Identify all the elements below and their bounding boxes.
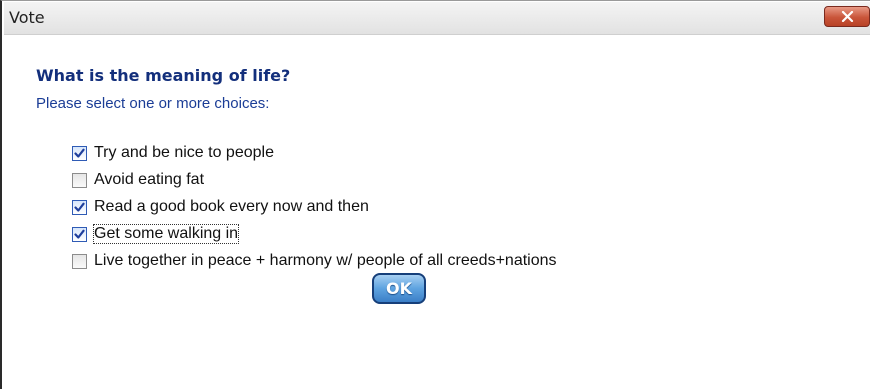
close-button[interactable]: [824, 6, 870, 27]
choice-checkbox[interactable]: [72, 199, 87, 215]
question-heading: What is the meaning of life?: [36, 66, 291, 85]
choice-label: Live together in peace + harmony w/ peop…: [94, 252, 557, 269]
checkmark-icon: [74, 202, 85, 212]
window-title: Vote: [9, 8, 45, 27]
choice-label: Avoid eating fat: [94, 171, 205, 188]
choice-be-nice[interactable]: Try and be nice to people: [72, 143, 274, 163]
choice-walking[interactable]: Get some walking in: [72, 224, 240, 244]
choice-label: Get some walking in: [92, 224, 240, 244]
choice-label: Read a good book every now and then: [94, 198, 369, 215]
ok-button[interactable]: OK: [372, 273, 426, 304]
close-x-icon: [841, 11, 854, 22]
choice-checkbox[interactable]: [72, 145, 87, 161]
instructions-text: Please select one or more choices:: [36, 95, 270, 112]
vote-dialog-window: Vote What is the meaning of life? Please…: [0, 0, 870, 390]
choice-peace-harmony[interactable]: Live together in peace + harmony w/ peop…: [72, 251, 557, 271]
dialog-content: What is the meaning of life? Please sele…: [4, 35, 870, 390]
choice-label: Try and be nice to people: [94, 144, 274, 161]
choice-checkbox[interactable]: [72, 226, 87, 242]
title-bar[interactable]: Vote: [4, 2, 870, 35]
choice-checkbox[interactable]: [72, 253, 87, 269]
checkmark-icon: [74, 148, 85, 158]
checkmark-icon: [74, 229, 85, 239]
choice-checkbox[interactable]: [72, 172, 87, 188]
choice-read-book[interactable]: Read a good book every now and then: [72, 197, 369, 217]
choice-avoid-fat[interactable]: Avoid eating fat: [72, 170, 204, 190]
